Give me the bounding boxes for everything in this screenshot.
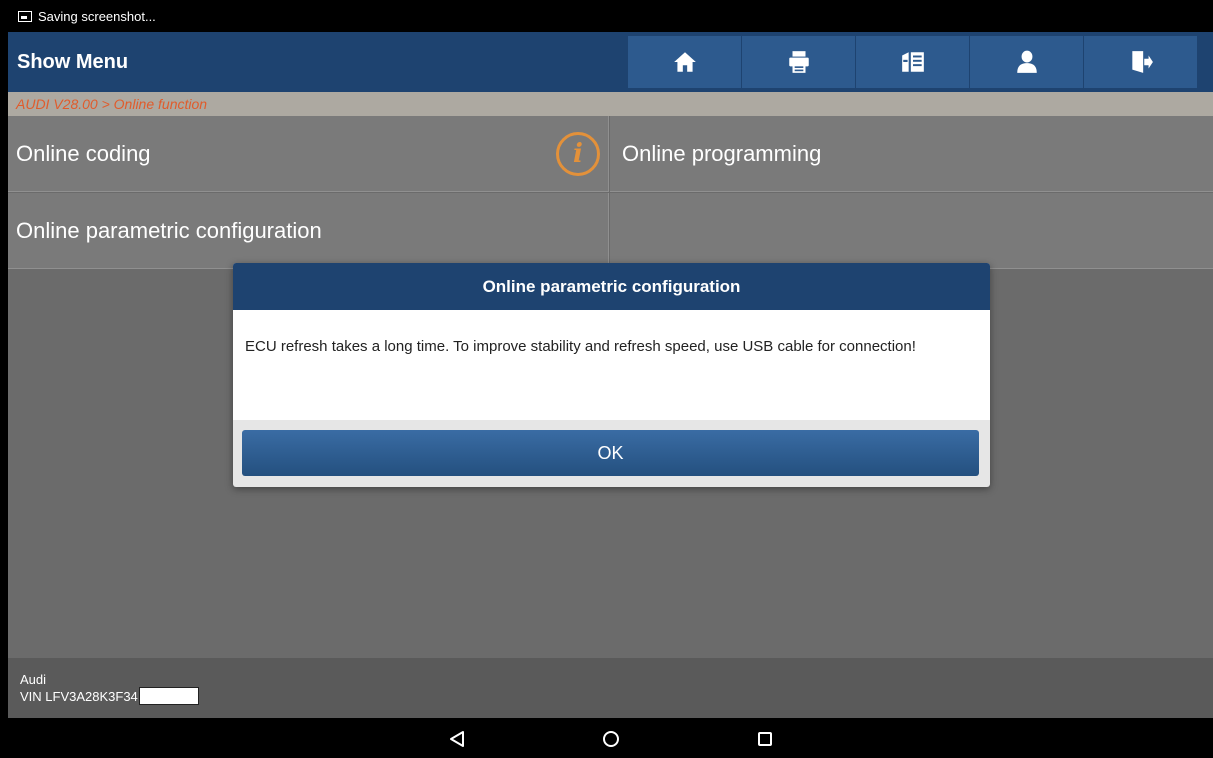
home-nav-button[interactable] <box>600 728 622 750</box>
vin-redaction <box>138 687 199 705</box>
app-bar: Show Menu <box>8 32 1213 92</box>
back-button[interactable] <box>446 728 468 750</box>
dialog-title: Online parametric configuration <box>233 263 990 310</box>
status-bar: Saving screenshot... <box>0 0 1213 32</box>
info-icon[interactable]: i <box>556 132 600 176</box>
menu-item-label: Online programming <box>622 140 822 166</box>
dialog-message: ECU refresh takes a long time. To improv… <box>233 310 990 420</box>
menu-item-online-programming[interactable]: Online programming <box>610 116 1213 192</box>
home-button[interactable] <box>628 36 741 88</box>
recents-button[interactable] <box>754 728 776 750</box>
user-button[interactable] <box>970 36 1083 88</box>
menu-item-empty <box>610 193 1213 269</box>
menu-item-online-parametric-configuration[interactable]: Online parametric configuration <box>8 193 609 269</box>
square-recents-icon <box>758 732 772 746</box>
menu-item-label: Online parametric configuration <box>16 217 322 243</box>
breadcrumb: AUDI V28.00 > Online function <box>8 92 1213 116</box>
vehicle-make: Audi <box>20 672 47 687</box>
menu-item-online-coding[interactable]: Online coding i <box>8 116 609 192</box>
vehicle-info: Audi VIN LFV3A28K3F34 <box>8 658 1213 718</box>
feedback-button[interactable] <box>856 36 969 88</box>
status-text: Saving screenshot... <box>38 8 156 24</box>
alert-dialog: Online parametric configuration ECU refr… <box>233 263 990 487</box>
ok-button[interactable]: OK <box>242 430 979 476</box>
exit-icon <box>1131 51 1153 73</box>
menu-item-label: Online coding <box>16 140 151 166</box>
circle-home-icon <box>603 731 619 747</box>
exit-button[interactable] <box>1084 36 1197 88</box>
back-icon <box>450 731 464 747</box>
vin-row: VIN LFV3A28K3F34 <box>20 687 1213 705</box>
home-icon <box>673 52 696 72</box>
menu-grid: Online coding i Online programming Onlin… <box>8 116 1213 270</box>
feedback-icon <box>901 52 924 72</box>
user-icon <box>1016 50 1037 73</box>
print-icon <box>788 51 809 73</box>
print-button[interactable] <box>742 36 855 88</box>
show-menu-title[interactable]: Show Menu <box>8 51 627 74</box>
vin-text: VIN LFV3A28K3F34 <box>20 688 138 704</box>
android-nav-bar <box>0 718 1213 758</box>
toolbar <box>627 36 1197 88</box>
screenshot-icon <box>18 10 32 22</box>
